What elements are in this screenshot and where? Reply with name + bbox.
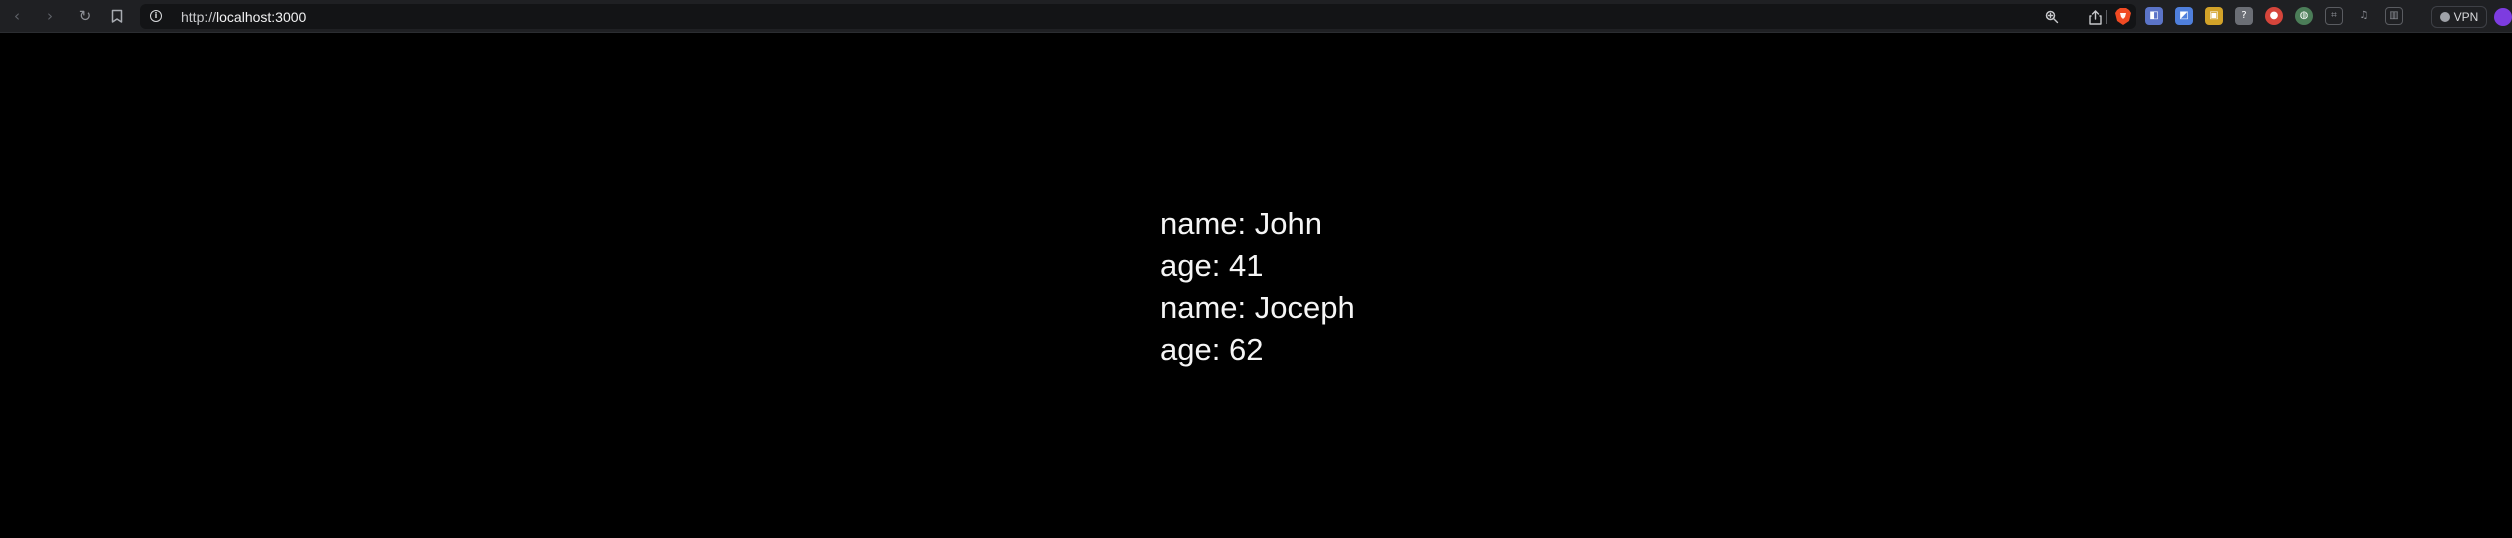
brave-lion-icon[interactable]	[2113, 7, 2132, 26]
profile-avatar-icon[interactable]	[2494, 8, 2512, 26]
chevron-left-icon[interactable]: ‹	[6, 5, 28, 27]
vpn-button[interactable]: VPN	[2431, 6, 2487, 28]
url-text[interactable]: http://localhost:3000	[181, 9, 306, 25]
bookmark-icon[interactable]	[106, 5, 128, 27]
person-name: name: Joceph	[1160, 290, 1355, 325]
extension-5-icon[interactable]: ●	[2265, 7, 2283, 25]
extension-sidebar-icon[interactable]: ▥	[2385, 7, 2403, 25]
extension-puzzle-icon[interactable]: ⌗	[2325, 7, 2343, 25]
extension-3-icon[interactable]: ▣	[2205, 7, 2223, 25]
extensions-bar: ◧ ◩ ▣ ? ● ◍ ⌗ ♫ ▥	[2145, 6, 2415, 26]
vpn-status-icon	[2439, 12, 2450, 22]
people-list: name: John age: 41 name: Joceph age: 62	[1160, 203, 1355, 371]
extension-2-icon[interactable]: ◩	[2175, 7, 2193, 25]
info-icon[interactable]: i	[150, 10, 162, 22]
vpn-label: VPN	[2453, 10, 2479, 24]
url-host: localhost:3000	[216, 9, 307, 25]
url-scheme: http://	[181, 9, 217, 25]
toolbar-divider	[2106, 10, 2107, 24]
page-viewport: name: John age: 41 name: Joceph age: 62	[0, 33, 2512, 538]
person-name: name: John	[1160, 206, 1322, 241]
browser-toolbar: ‹ › ↻ i http://localhost:3000 ◧ ◩ ▣ ? ● …	[0, 0, 2512, 33]
reload-icon[interactable]: ↻	[74, 5, 96, 27]
person-age: age: 62	[1160, 332, 1264, 367]
share-icon[interactable]	[2086, 8, 2104, 26]
extension-6-icon[interactable]: ◍	[2295, 7, 2313, 25]
address-bar[interactable]: i http://localhost:3000	[140, 4, 2136, 29]
zoom-icon[interactable]	[2043, 8, 2061, 26]
extension-4-icon[interactable]: ?	[2235, 7, 2253, 25]
extension-1-icon[interactable]: ◧	[2145, 7, 2163, 25]
person-age: age: 41	[1160, 248, 1264, 283]
extension-media-icon[interactable]: ♫	[2355, 7, 2373, 25]
chevron-right-icon[interactable]: ›	[39, 5, 61, 27]
